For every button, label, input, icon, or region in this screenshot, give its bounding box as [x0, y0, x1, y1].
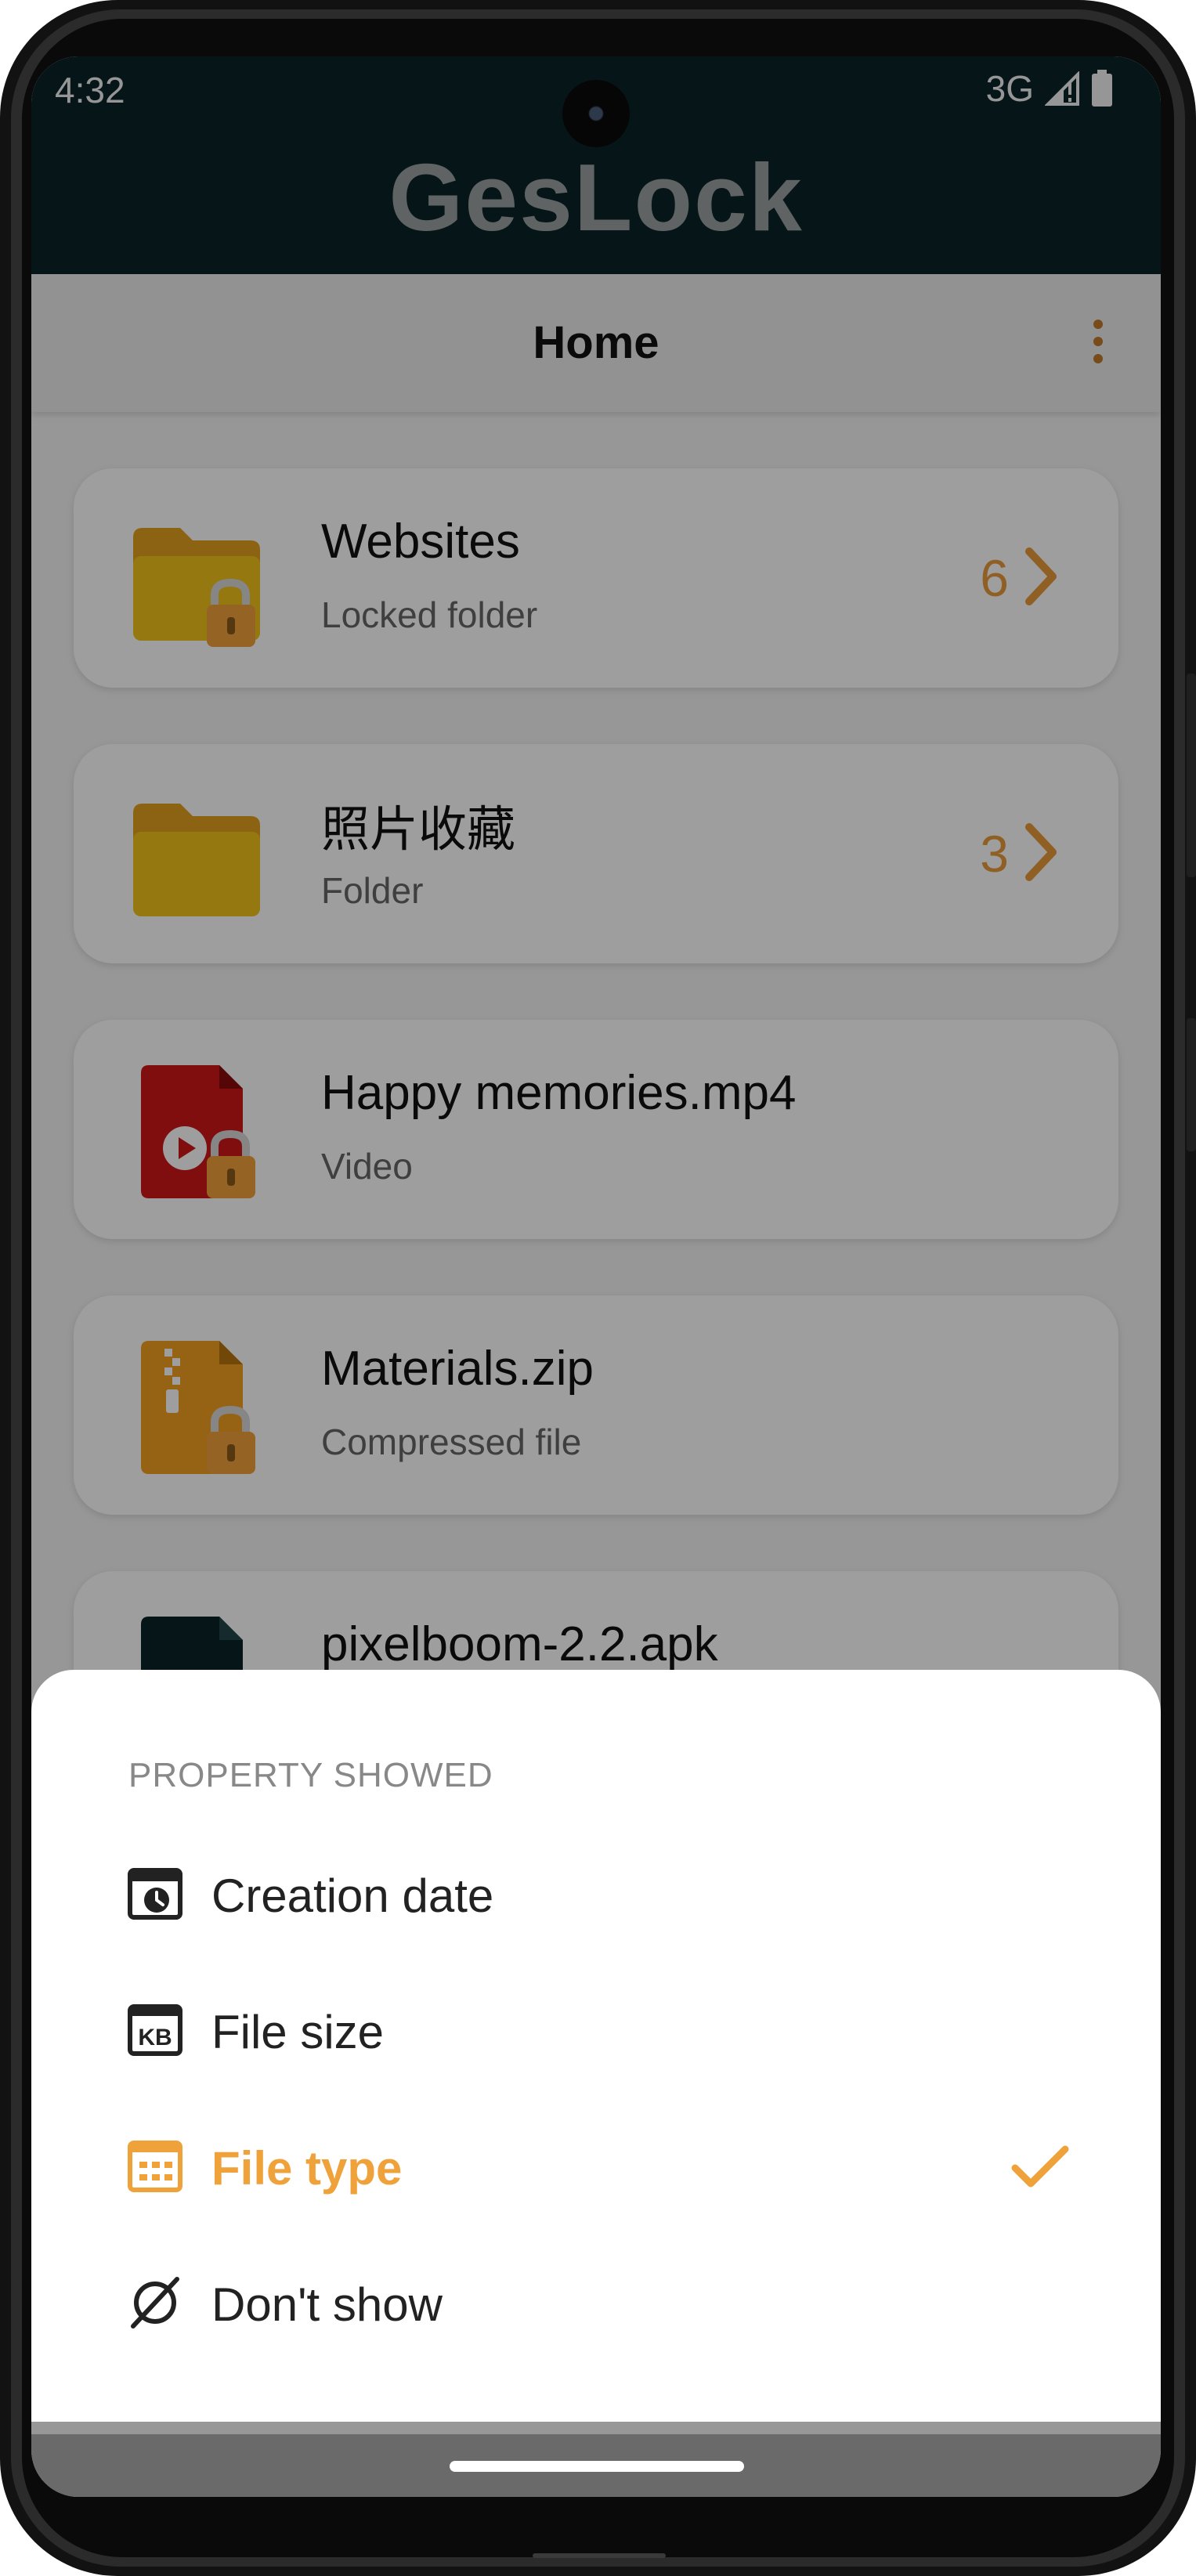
kb-icon: KB [128, 2004, 182, 2056]
option-label: File size [211, 2006, 385, 2058]
option-creation-date[interactable]: Creation date [31, 1825, 1161, 1963]
power-button [1187, 1018, 1196, 1151]
bottom-speaker [533, 2553, 666, 2558]
option-file-type[interactable]: File type [31, 2097, 1161, 2235]
screen: 4:32 3G GesLock Home Websites Locked fol… [31, 56, 1161, 2497]
option-label: File type [211, 2142, 403, 2195]
home-gesture-handle[interactable] [450, 2461, 744, 2472]
empty-set-icon [131, 2277, 179, 2329]
svg-text:KB: KB [138, 2025, 172, 2050]
option-dont-show[interactable]: Don't show [31, 2234, 1161, 2372]
volume-button [1187, 674, 1196, 877]
calendar-clock-icon [128, 1868, 182, 1920]
file-type-icon [128, 2141, 182, 2192]
option-file-size[interactable]: KB File size [31, 1961, 1161, 2099]
checkmark-icon [1011, 2145, 1069, 2188]
option-label: Creation date [211, 1870, 494, 1922]
sheet-header: PROPERTY SHOWED [128, 1756, 493, 1794]
option-label: Don't show [211, 2278, 443, 2331]
property-bottom-sheet: PROPERTY SHOWED Creation date KB File si… [31, 1670, 1161, 2422]
